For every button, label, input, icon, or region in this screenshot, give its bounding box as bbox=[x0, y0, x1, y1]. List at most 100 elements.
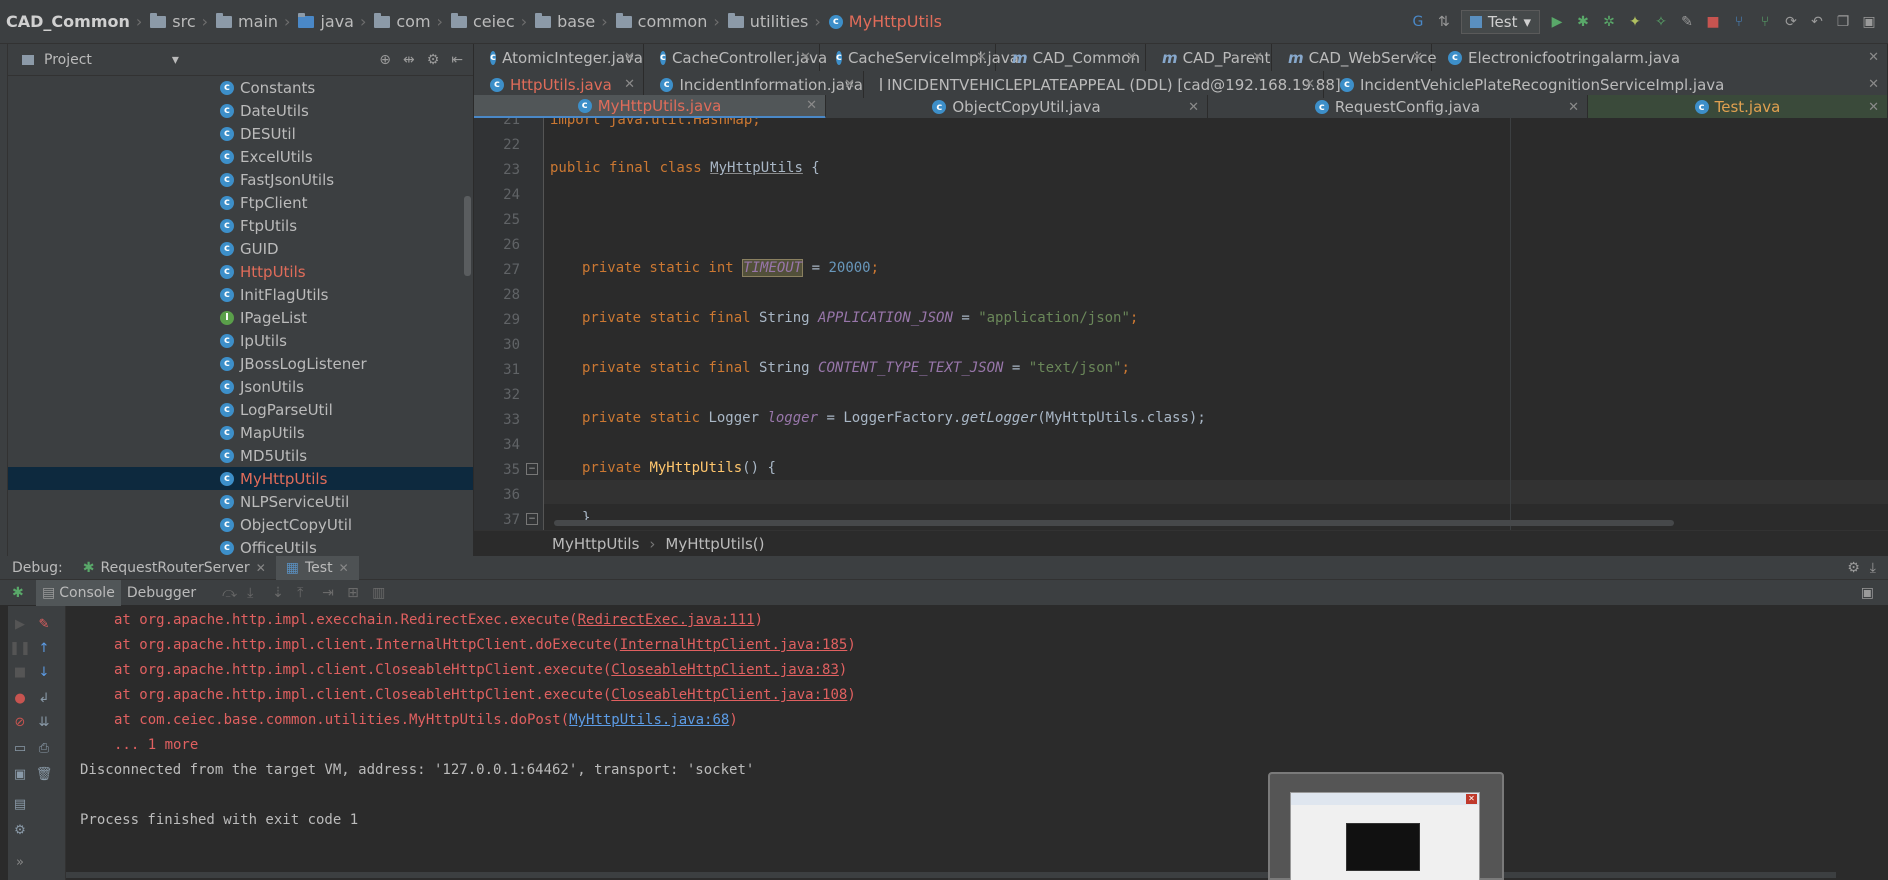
tree-item-objectcopyutil[interactable]: c ObjectCopyUtil bbox=[8, 513, 473, 536]
vcs-commit-icon[interactable]: ⑂ bbox=[1756, 13, 1774, 31]
scroll-end-icon[interactable]: ⇊ bbox=[36, 714, 52, 730]
run-to-cursor-icon[interactable]: ⇥ bbox=[322, 585, 347, 601]
step-over-icon[interactable]: ⤼ bbox=[222, 585, 247, 601]
close-icon[interactable]: ✕ bbox=[1126, 50, 1137, 65]
breadcrumb-base[interactable]: base bbox=[531, 0, 599, 43]
chevron-down-icon[interactable]: ▾ bbox=[172, 52, 179, 68]
breadcrumb-class-item[interactable]: MyHttpUtils bbox=[552, 535, 639, 553]
close-icon[interactable]: ✕ bbox=[624, 50, 635, 65]
hide-icon[interactable]: ⤓ bbox=[1870, 560, 1876, 576]
tree-item-dateutils[interactable]: c DateUtils bbox=[8, 99, 473, 122]
stacktrace-link[interactable]: CloseableHttpClient.java:83 bbox=[611, 662, 839, 678]
run-icon[interactable]: ▶ bbox=[1548, 13, 1566, 31]
close-icon[interactable]: ✕ bbox=[844, 77, 855, 92]
tree-item-excelutils[interactable]: c ExcelUtils bbox=[8, 145, 473, 168]
translate-icon[interactable]: G bbox=[1409, 13, 1427, 31]
close-icon[interactable]: ✕ bbox=[1188, 100, 1199, 115]
stacktrace-link[interactable]: InternalHttpClient.java:185 bbox=[620, 637, 848, 653]
pause-icon[interactable]: ❚❚ bbox=[9, 640, 31, 656]
stacktrace-link[interactable]: CloseableHttpClient.java:108 bbox=[611, 687, 847, 703]
breadcrumb-common[interactable]: common bbox=[612, 0, 712, 43]
tree-item-ipagelist[interactable]: I IPageList bbox=[8, 306, 473, 329]
clear-icon[interactable]: ✎ bbox=[36, 616, 52, 632]
breadcrumb-utilities[interactable]: utilities bbox=[724, 0, 813, 43]
tree-item-desutil[interactable]: c DESUtil bbox=[8, 122, 473, 145]
sort-icon[interactable]: ⇅ bbox=[1435, 13, 1453, 31]
profile-icon[interactable]: ✦ bbox=[1626, 13, 1644, 31]
attach-icon[interactable]: ✧ bbox=[1652, 13, 1670, 31]
restore-layout-icon[interactable]: ▣ bbox=[1861, 585, 1874, 601]
view-breakpoints-icon[interactable]: ● bbox=[12, 690, 28, 706]
tab-electronicfootringalarm-java[interactable]: c Electronicfootringalarm.java ✕ bbox=[1432, 44, 1888, 71]
tab-requestconfig-java[interactable]: c RequestConfig.java ✕ bbox=[1208, 95, 1588, 119]
close-icon[interactable]: ✕ bbox=[1868, 50, 1879, 65]
breadcrumb-class[interactable]: c MyHttpUtils bbox=[825, 0, 946, 43]
console-output[interactable]: at org.apache.http.impl.execchain.Redire… bbox=[66, 606, 1888, 880]
tree-item-httputils[interactable]: c HttpUtils bbox=[8, 260, 473, 283]
print-icon[interactable]: ⎙ bbox=[36, 740, 52, 756]
stop-icon[interactable]: ■ bbox=[1704, 13, 1722, 31]
code-editor[interactable]: 21 22 23 24 25 26 27 28 29 30 31 32 33 34 35 36 37− − imp… bbox=[474, 118, 1888, 530]
vcs-history-icon[interactable]: ⟳ bbox=[1782, 13, 1800, 31]
breadcrumb-ceiec[interactable]: ceiec bbox=[447, 0, 519, 43]
camera-icon[interactable]: ▭ bbox=[12, 740, 28, 756]
restore-icon[interactable]: ▣ bbox=[12, 766, 28, 782]
undo-icon[interactable]: ↶ bbox=[1808, 13, 1826, 31]
tree-item-jbossloglistener[interactable]: c JBossLogListener bbox=[8, 352, 473, 375]
breadcrumb-com[interactable]: com bbox=[370, 0, 434, 43]
tab-cad-common[interactable]: m CAD_Common ✕ bbox=[996, 44, 1146, 71]
tab-cad-parent[interactable]: m CAD_Parent ✕ bbox=[1146, 44, 1272, 71]
close-icon[interactable]: ✕ bbox=[976, 50, 987, 65]
tab-console[interactable]: ▤ Console bbox=[36, 579, 121, 606]
collapse-icon[interactable]: ⇹ bbox=[403, 52, 415, 68]
session-tab-requestrouterserver[interactable]: ✱ RequestRouterServer ✕ bbox=[73, 556, 276, 580]
tree-item-officeutils[interactable]: c OfficeUtils bbox=[8, 536, 473, 556]
tree-item-initflagutils[interactable]: c InitFlagUtils bbox=[8, 283, 473, 306]
tab-atomicinteger-java[interactable]: c AtomicInteger.java ✕ bbox=[474, 44, 644, 71]
breadcrumb-module[interactable]: CAD_Common bbox=[2, 0, 134, 43]
tree-item-fastjsonutils[interactable]: c FastJsonUtils bbox=[8, 168, 473, 191]
hide-icon[interactable]: ⇤ bbox=[451, 52, 463, 68]
window-preview-thumbnail[interactable]: ✕ bbox=[1268, 772, 1504, 880]
settings-icon[interactable]: ▣ bbox=[1860, 13, 1878, 31]
tree-item-md5utils[interactable]: c MD5Utils bbox=[8, 444, 473, 467]
stop-icon[interactable]: ■ bbox=[12, 664, 28, 680]
gear-icon[interactable]: ⚙ bbox=[1847, 560, 1860, 576]
tab-cad-webservice[interactable]: m CAD_WebService ✕ bbox=[1272, 44, 1437, 71]
close-icon[interactable]: ✕ bbox=[800, 50, 811, 65]
evaluate-icon[interactable]: ⊞ bbox=[347, 585, 372, 601]
session-tab-test[interactable]: ▦ Test ✕ bbox=[275, 555, 359, 580]
editor-hscrollbar[interactable] bbox=[554, 520, 1674, 526]
tab-debugger[interactable]: Debugger bbox=[121, 580, 202, 606]
trash-icon[interactable]: 🗑 bbox=[36, 766, 53, 782]
step-into-icon[interactable]: ⤓ bbox=[247, 585, 272, 601]
close-icon[interactable]: ✕ bbox=[339, 561, 349, 575]
close-icon[interactable]: ✕ bbox=[1568, 100, 1579, 115]
tree-item-guid[interactable]: c GUID bbox=[8, 237, 473, 260]
vcs-update-icon[interactable]: ⑂ bbox=[1730, 13, 1748, 31]
tab-cacheserviceimpl-java[interactable]: c CacheServiceImpl.java ✕ bbox=[820, 44, 1019, 71]
breadcrumb-src[interactable]: src bbox=[146, 0, 199, 43]
tab-incidentinformation-java[interactable]: c IncidentInformation.java ✕ bbox=[644, 71, 864, 98]
tree-item-logparseutil[interactable]: c LogParseUtil bbox=[8, 398, 473, 421]
coverage-icon[interactable]: ✲ bbox=[1600, 13, 1618, 31]
close-icon[interactable]: ✕ bbox=[1252, 50, 1263, 65]
stacktrace-link[interactable]: RedirectExec.java:111 bbox=[578, 612, 755, 628]
breadcrumb-main[interactable]: main bbox=[212, 0, 282, 43]
tab-myhttputils-java[interactable]: c MyHttpUtils.java ✕ bbox=[474, 95, 826, 119]
force-step-into-icon[interactable]: ⇣ bbox=[272, 585, 297, 601]
tab-cachecontroller-java[interactable]: c CacheController.java ✕ bbox=[644, 44, 827, 71]
down-icon[interactable]: ↓ bbox=[36, 664, 52, 680]
stacktrace-link[interactable]: MyHttpUtils.java:68 bbox=[569, 712, 729, 728]
tree-item-constants[interactable]: c Constants bbox=[8, 76, 473, 99]
close-icon[interactable]: ✕ bbox=[1868, 77, 1879, 92]
close-icon[interactable]: ✕ bbox=[1868, 100, 1879, 115]
project-scrollbar[interactable] bbox=[464, 196, 471, 276]
expand-icon[interactable]: » bbox=[12, 854, 28, 870]
run-config-selector[interactable]: Test ▾ bbox=[1460, 10, 1540, 34]
locate-icon[interactable]: ⊕ bbox=[379, 52, 391, 68]
console-hscrollbar[interactable] bbox=[66, 872, 1836, 878]
tree-item-myhttputils[interactable]: c MyHttpUtils bbox=[8, 467, 473, 490]
close-icon[interactable]: ✕ bbox=[806, 98, 817, 113]
step-out-icon[interactable]: ⤒ bbox=[297, 585, 322, 601]
